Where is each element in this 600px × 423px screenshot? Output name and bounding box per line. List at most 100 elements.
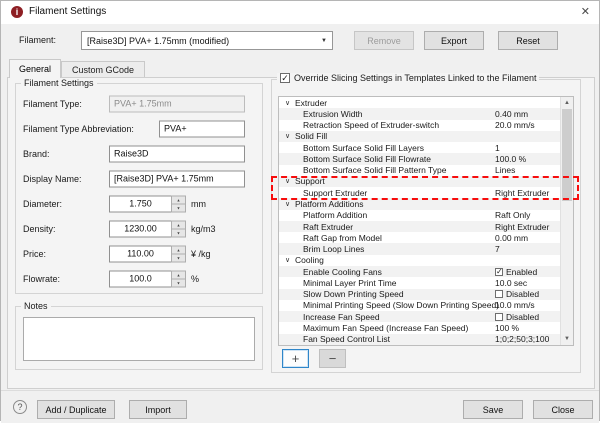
chevron-down-icon[interactable]: ∨ [283,132,292,140]
setting-label: Enable Cooling Fans [303,267,382,277]
settings-row-slow-down-printing-speed[interactable]: Slow Down Printing SpeedDisabled [279,289,561,300]
form-row-flowrate: Flowrate:100.0▲▼% [15,266,263,291]
setting-value[interactable]: Disabled [495,289,539,299]
settings-row-bottom-surface-solid-fill-pattern-type[interactable]: Bottom Surface Solid Fill Pattern TypeLi… [279,165,561,176]
spin-down-icon[interactable]: ▼ [171,279,186,287]
settings-row-minimal-layer-print-time[interactable]: Minimal Layer Print Time10.0 sec [279,277,561,288]
scrollbar-thumb[interactable] [562,109,572,201]
chevron-down-icon[interactable]: ∨ [283,200,292,208]
save-button[interactable]: Save [463,400,523,419]
field-unit-diameter: mm [191,199,206,209]
checkbox-checked-icon[interactable]: ✓ [280,73,290,83]
notes-textarea[interactable] [23,317,255,361]
setting-value[interactable]: 7 [495,244,500,254]
spin-up-icon[interactable]: ▲ [171,220,186,229]
settings-row-minimal-printing-speed-slow-down-printing-speed[interactable]: Minimal Printing Speed (Slow Down Printi… [279,300,561,311]
setting-value[interactable]: 0.40 mm [495,109,528,119]
remove-setting-button[interactable]: − [319,349,346,368]
vertical-scrollbar[interactable]: ▲ ▼ [560,97,573,345]
settings-row-bottom-surface-solid-fill-layers[interactable]: Bottom Surface Solid Fill Layers 1 [279,142,561,153]
field-input-filament-type: PVA+ 1.75mm [109,95,245,112]
settings-group-support[interactable]: ∨Support [279,176,561,187]
form-row-filament-type-abbreviation: Filament Type Abbreviation:PVA+ [15,116,263,141]
checkbox-checked-icon[interactable]: ✓ [495,268,503,276]
close-icon[interactable]: ✕ [581,5,590,18]
setting-value-text: 7 [495,244,500,254]
spin-up-icon[interactable]: ▲ [171,245,186,254]
spin-up-icon[interactable]: ▲ [171,270,186,279]
settings-row-enable-cooling-fans[interactable]: Enable Cooling Fans ✓Enabled [279,266,561,277]
spin-up-icon[interactable]: ▲ [171,195,186,204]
setting-value[interactable]: 10.0 mm/s [495,300,535,310]
settings-row-fan-speed-control-list[interactable]: Fan Speed Control List1;0;2;50;3;100 [279,334,561,345]
scroll-up-icon[interactable]: ▲ [561,97,573,109]
setting-value[interactable]: 10.0 sec [495,278,527,288]
chevron-down-icon: ▼ [321,38,327,44]
setting-value[interactable]: 1;0;2;50;3;100 [495,334,549,344]
setting-label: Brim Loop Lines [303,244,364,254]
override-checkbox-row[interactable]: ✓ Override Slicing Settings in Templates… [277,73,539,83]
setting-value[interactable]: Right Extruder [495,188,549,198]
field-label-flowrate: Flowrate: [23,274,60,284]
filament-dropdown[interactable]: [Raise3D] PVA+ 1.75mm (modified) ▼ [81,31,333,50]
settings-row-increase-fan-speed[interactable]: Increase Fan SpeedDisabled [279,311,561,322]
field-input-diameter[interactable]: 1.750 [109,195,171,212]
settings-row-platform-addition[interactable]: Platform AdditionRaft Only [279,210,561,221]
help-icon[interactable]: ? [13,400,27,414]
export-button[interactable]: Export [424,31,484,50]
settings-row-raft-gap-from-model[interactable]: Raft Gap from Model 0.00 mm [279,232,561,243]
setting-label: Bottom Surface Solid Fill Layers [303,143,424,153]
checkbox-unchecked-icon[interactable] [495,290,503,298]
settings-row-retraction-speed-of-extruder-switch[interactable]: Retraction Speed of Extruder-switch20.0 … [279,120,561,131]
spinner-price: ▲▼ [171,245,186,262]
setting-value-text: Disabled [506,312,539,322]
setting-value[interactable]: 20.0 mm/s [495,120,535,130]
close-button[interactable]: Close [533,400,593,419]
form-row-price: Price:110.00▲▼¥ /kg [15,241,263,266]
field-input-flowrate[interactable]: 100.0 [109,270,171,287]
settings-row-raft-extruder[interactable]: Raft ExtruderRight Extruder [279,221,561,232]
add-setting-button[interactable]: + [282,349,309,368]
settings-row-maximum-fan-speed-increase-fan-speed[interactable]: Maximum Fan Speed (Increase Fan Speed)10… [279,322,561,333]
spin-down-icon[interactable]: ▼ [171,204,186,212]
field-input-brand[interactable]: Raise3D [109,145,245,162]
settings-row-extrusion-width[interactable]: Extrusion Width0.40 mm [279,108,561,119]
settings-row-brim-loop-lines[interactable]: Brim Loop Lines 7 [279,243,561,254]
spin-down-icon[interactable]: ▼ [171,254,186,262]
field-input-display-name[interactable]: [Raise3D] PVA+ 1.75mm [109,170,245,187]
scroll-down-icon[interactable]: ▼ [561,333,573,345]
setting-value[interactable]: 100.0 % [495,154,526,164]
slicing-settings-list: ∨ExtruderExtrusion Width0.40 mmRetractio… [278,96,574,346]
setting-value[interactable]: Right Extruder [495,222,549,232]
add-duplicate-button[interactable]: Add / Duplicate [37,400,115,419]
tab-custom-gcode[interactable]: Custom GCode [61,61,145,78]
spin-down-icon[interactable]: ▼ [171,229,186,237]
setting-value[interactable]: ✓Enabled [495,267,537,277]
field-input-filament-type-abbreviation[interactable]: PVA+ [159,120,245,137]
field-label-price: Price: [23,249,46,259]
settings-group-platform-additions[interactable]: ∨Platform Additions [279,198,561,209]
setting-label: Raft Gap from Model [303,233,382,243]
chevron-down-icon[interactable]: ∨ [283,99,292,107]
settings-group-cooling[interactable]: ∨Cooling [279,255,561,266]
checkbox-unchecked-icon[interactable] [495,313,503,321]
setting-value[interactable]: Raft Only [495,210,530,220]
tab-general[interactable]: General [9,59,61,78]
field-input-price[interactable]: 110.00 [109,245,171,262]
field-brand: Raise3D [109,145,245,162]
setting-value[interactable]: 1 [495,143,500,153]
chevron-down-icon[interactable]: ∨ [283,177,292,185]
setting-value[interactable]: Lines [495,165,515,175]
setting-value[interactable]: 100 % [495,323,519,333]
reset-button[interactable]: Reset [498,31,558,50]
field-input-density[interactable]: 1230.00 [109,220,171,237]
settings-group-extruder[interactable]: ∨Extruder [279,97,561,108]
settings-group-solid-fill[interactable]: ∨Solid Fill [279,131,561,142]
setting-value[interactable]: Disabled [495,312,539,322]
chevron-down-icon[interactable]: ∨ [283,256,292,264]
override-label: Override Slicing Settings in Templates L… [294,73,536,83]
import-button[interactable]: Import [129,400,187,419]
settings-row-support-extruder[interactable]: Support ExtruderRight Extruder [279,187,561,198]
settings-row-bottom-surface-solid-fill-flowrate[interactable]: Bottom Surface Solid Fill Flowrate100.0 … [279,153,561,164]
setting-value[interactable]: 0.00 mm [495,233,528,243]
